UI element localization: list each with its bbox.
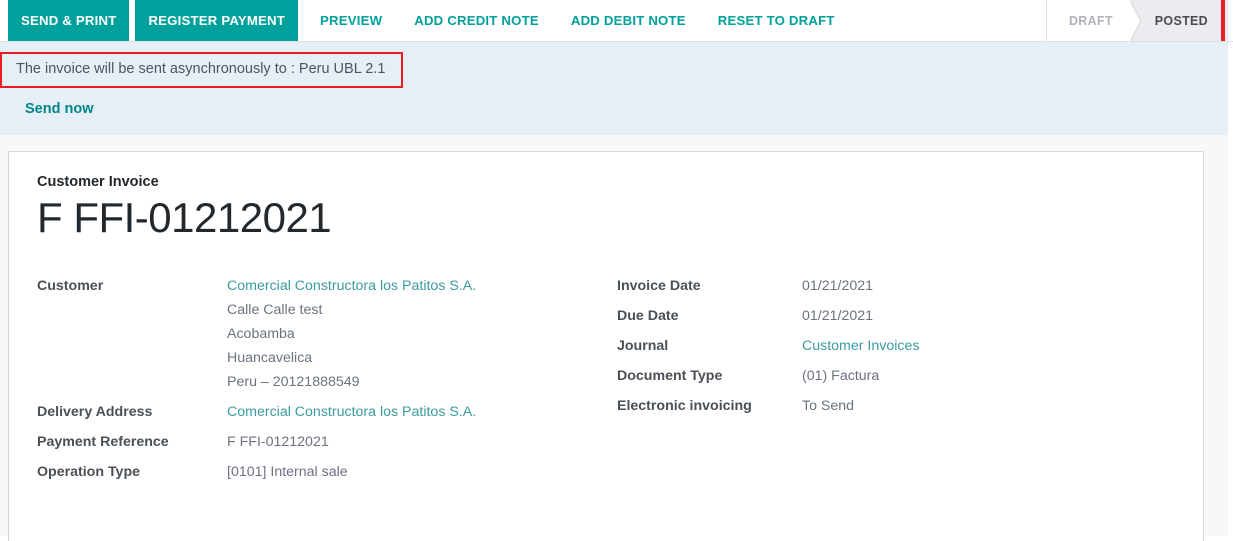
field-payment-reference-label: Payment Reference [37, 430, 227, 454]
async-send-message-box: The invoice will be sent asynchronously … [0, 52, 403, 88]
field-journal: Journal Customer Invoices [617, 334, 1097, 358]
invoice-sheet: Customer Invoice F FFI-01212021 Customer… [8, 151, 1204, 541]
status-step-draft[interactable]: DRAFT [1047, 0, 1129, 41]
document-type-heading: Customer Invoice [37, 174, 1203, 190]
invoice-number-title: F FFI-01212021 [37, 196, 1203, 240]
field-customer: Customer Comercial Constructora los Pati… [37, 274, 617, 394]
status-step-posted-label: POSTED [1155, 14, 1208, 28]
customer-name-link[interactable]: Comercial Constructora los Patitos S.A. [227, 274, 476, 298]
field-electronic-invoicing: Electronic invoicing To Send [617, 394, 1097, 418]
customer-street: Calle Calle test [227, 298, 476, 322]
field-operation-type: Operation Type [0101] Internal sale [37, 460, 617, 484]
customer-state: Huancavelica [227, 346, 476, 370]
field-invoice-date-label: Invoice Date [617, 274, 802, 298]
customer-country-vat: Peru – 20121888549 [227, 370, 476, 394]
field-operation-type-value[interactable]: [0101] Internal sale [227, 460, 348, 484]
field-electronic-invoicing-value: To Send [802, 394, 854, 418]
field-operation-type-label: Operation Type [37, 460, 227, 484]
async-send-message: The invoice will be sent asynchronously … [16, 61, 385, 77]
field-journal-label: Journal [617, 334, 802, 358]
field-delivery-address-label: Delivery Address [37, 400, 227, 424]
customer-city: Acobamba [227, 322, 476, 346]
async-send-banner: The invoice will be sent asynchronously … [0, 42, 1228, 135]
invoice-fields: Customer Comercial Constructora los Pati… [37, 274, 1203, 490]
control-panel: SEND & PRINT REGISTER PAYMENT PREVIEW AD… [0, 0, 1233, 42]
field-customer-value: Comercial Constructora los Patitos S.A. … [227, 274, 476, 394]
right-field-column: Invoice Date 01/21/2021 Due Date 01/21/2… [617, 274, 1097, 490]
field-invoice-date: Invoice Date 01/21/2021 [617, 274, 1097, 298]
field-electronic-invoicing-label: Electronic invoicing [617, 394, 802, 418]
field-due-date: Due Date 01/21/2021 [617, 304, 1097, 328]
field-payment-reference: Payment Reference F FFI-01212021 [37, 430, 617, 454]
field-document-type-value[interactable]: (01) Factura [802, 364, 879, 388]
field-delivery-address-value[interactable]: Comercial Constructora los Patitos S.A. [227, 400, 476, 424]
field-customer-label: Customer [37, 274, 227, 298]
field-due-date-label: Due Date [617, 304, 802, 328]
add-debit-note-button[interactable]: ADD DEBIT NOTE [555, 0, 702, 41]
field-payment-reference-value[interactable]: F FFI-01212021 [227, 430, 329, 454]
send-now-link[interactable]: Send now [25, 101, 93, 117]
status-bar: DRAFT POSTED [1046, 0, 1228, 41]
sheet-background: Customer Invoice F FFI-01212021 Customer… [0, 135, 1228, 536]
reset-to-draft-button[interactable]: RESET TO DRAFT [702, 0, 851, 41]
send-and-print-button[interactable]: SEND & PRINT [8, 0, 129, 41]
field-due-date-value[interactable]: 01/21/2021 [802, 304, 873, 328]
preview-button[interactable]: PREVIEW [304, 0, 398, 41]
register-payment-button[interactable]: REGISTER PAYMENT [135, 0, 298, 41]
field-invoice-date-value[interactable]: 01/21/2021 [802, 274, 873, 298]
action-button-group: SEND & PRINT REGISTER PAYMENT PREVIEW AD… [0, 0, 851, 41]
left-field-column: Customer Comercial Constructora los Pati… [37, 274, 617, 490]
field-delivery-address: Delivery Address Comercial Constructora … [37, 400, 617, 424]
status-step-posted[interactable]: POSTED [1129, 0, 1228, 41]
field-document-type: Document Type (01) Factura [617, 364, 1097, 388]
field-journal-value[interactable]: Customer Invoices [802, 334, 919, 358]
add-credit-note-button[interactable]: ADD CREDIT NOTE [398, 0, 555, 41]
field-document-type-label: Document Type [617, 364, 802, 388]
status-step-draft-label: DRAFT [1069, 14, 1113, 28]
